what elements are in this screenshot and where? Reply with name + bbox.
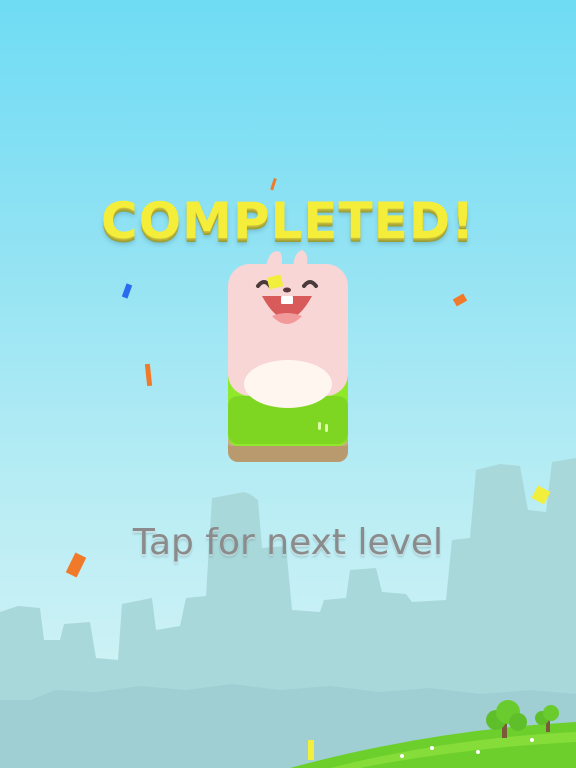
confetti-piece — [144, 363, 153, 387]
confetti-piece — [270, 177, 277, 191]
confetti-piece — [121, 283, 133, 299]
confetti-piece — [308, 740, 314, 760]
confetti-piece — [452, 293, 468, 307]
next-level-prompt[interactable]: Tap for next level — [0, 522, 576, 563]
flower-dot — [430, 746, 434, 750]
flower-dot — [476, 750, 480, 754]
flower-dot — [530, 738, 534, 742]
bunny-nose — [283, 287, 291, 293]
bunny-belly — [244, 360, 332, 408]
bunny-ear — [293, 250, 308, 270]
game-screen[interactable]: COMPLETED! Tap for next level — [0, 0, 576, 768]
flower-dot — [400, 754, 404, 758]
block-shine — [325, 424, 328, 432]
block-shine — [318, 422, 321, 430]
smiling-bunny-icon — [228, 250, 348, 462]
bunny-teeth — [281, 296, 293, 304]
completed-title: COMPLETED! — [100, 192, 476, 250]
